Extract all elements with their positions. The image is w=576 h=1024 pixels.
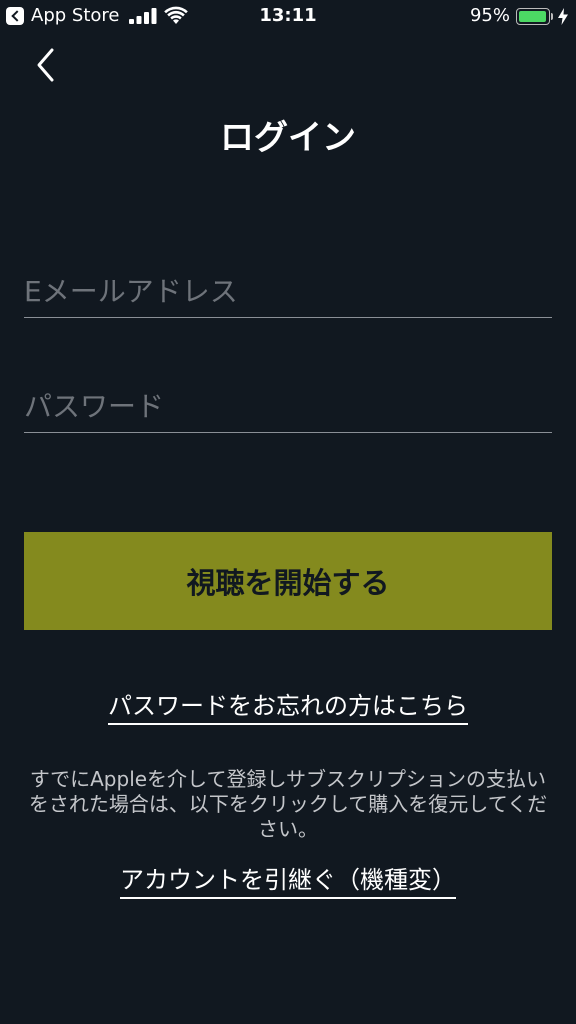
battery-percentage: 95% [469, 5, 510, 26]
status-bar: App Store 13:11 95% [0, 0, 576, 32]
forgot-password-link-row: パスワードをお忘れの方はこちら [0, 686, 576, 725]
battery-tip [551, 13, 553, 20]
email-input[interactable] [24, 266, 552, 317]
back-button[interactable] [28, 46, 64, 86]
password-input[interactable] [24, 381, 552, 432]
restore-purchase-notice: すでにAppleを介して登録しサブスクリプションの支払いをされた場合は、以下をク… [28, 767, 548, 841]
email-field [24, 266, 552, 318]
chevron-left-icon [37, 48, 54, 82]
battery-icon [516, 8, 550, 25]
charging-bolt-icon [558, 8, 568, 25]
transfer-account-link-row: アカウントを引継ぐ（機種変） [0, 860, 576, 899]
forgot-password-link[interactable]: パスワードをお忘れの方はこちら [108, 686, 468, 725]
password-field [24, 381, 552, 433]
transfer-account-link[interactable]: アカウントを引継ぐ（機種変） [120, 860, 456, 899]
page-title: ログイン [220, 118, 356, 158]
battery-level-fill [519, 11, 546, 22]
start-watching-button[interactable]: 視聴を開始する [24, 532, 552, 630]
login-screen: App Store 13:11 95% ログイン Eメールアドレス 視聴を開始す… [0, 0, 576, 1024]
